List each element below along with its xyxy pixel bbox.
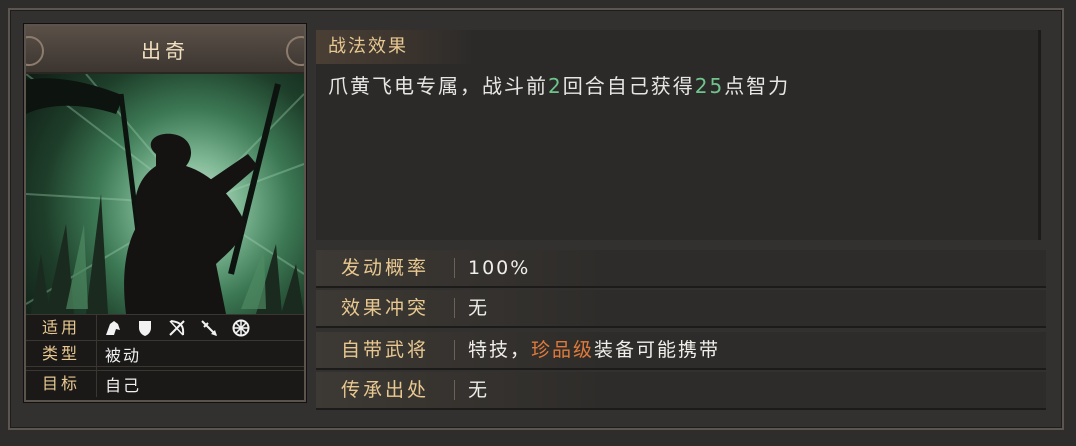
tactic-name: 出奇 bbox=[141, 38, 189, 63]
title-ornament-right bbox=[286, 36, 304, 66]
info-key: 类型 bbox=[26, 341, 97, 367]
title-ornament-left bbox=[26, 36, 44, 66]
prop-bundled-general: 自带武将 特技，珍品级装备可能携带 bbox=[316, 332, 1046, 370]
prop-value-part: 装备可能携带 bbox=[594, 339, 721, 361]
effect-text-part: 爪黄飞电专属，战斗前 bbox=[328, 74, 548, 98]
prop-key: 传承出处 bbox=[340, 379, 429, 401]
prop-effect-conflict: 效果冲突 无 bbox=[316, 290, 1046, 328]
shield-icon bbox=[139, 321, 151, 336]
prop-trigger-rate: 发动概率 100% bbox=[316, 250, 1046, 288]
prop-divider bbox=[454, 340, 455, 360]
prop-value: 无 bbox=[468, 379, 490, 401]
prop-value: 特技，珍品级装备可能携带 bbox=[468, 332, 720, 368]
effect-intelligence-value: 25 bbox=[694, 74, 725, 98]
info-key: 目标 bbox=[26, 371, 97, 397]
wheel-icon bbox=[232, 319, 250, 337]
effect-rounds-value: 2 bbox=[548, 74, 563, 98]
rarity-label: 珍品级 bbox=[531, 339, 595, 361]
card-title-bar: 出奇 bbox=[26, 26, 304, 74]
prop-value: 无 bbox=[468, 297, 490, 319]
info-row-applicable: 适用 bbox=[26, 314, 304, 341]
warrior-silhouette-art bbox=[26, 74, 304, 314]
prop-value: 100% bbox=[468, 257, 531, 279]
effect-text: 爪黄飞电专属，战斗前2回合自己获得25点智力 bbox=[328, 70, 790, 99]
effect-text-part: 点智力 bbox=[724, 74, 791, 98]
effect-text-part: 回合自己获得 bbox=[562, 74, 695, 98]
prop-value-part: 特技， bbox=[468, 339, 532, 361]
info-row-target-visible: 目标 自己 bbox=[26, 370, 304, 397]
info-value: 自己 bbox=[105, 376, 142, 395]
info-row-type: 类型 被动 bbox=[26, 340, 304, 367]
info-value: 被动 bbox=[105, 346, 142, 365]
archer-icon bbox=[169, 320, 185, 336]
effect-description-box: 战法效果 爪黄飞电专属，战斗前2回合自己获得25点智力 bbox=[316, 30, 1041, 240]
prop-inheritance-source: 传承出处 无 bbox=[316, 372, 1046, 410]
cavalry-icon bbox=[106, 321, 120, 335]
prop-key: 发动概率 bbox=[340, 257, 429, 279]
prop-divider bbox=[454, 258, 455, 278]
effect-title: 战法效果 bbox=[316, 30, 476, 64]
prop-divider bbox=[454, 380, 455, 400]
spear-icon bbox=[201, 320, 217, 336]
tactic-card: 出奇 适用 类型 被动 bbox=[24, 24, 306, 402]
tactic-artwork bbox=[26, 74, 304, 314]
prop-key: 效果冲突 bbox=[340, 297, 429, 319]
prop-key: 自带武将 bbox=[340, 339, 429, 361]
info-key: 适用 bbox=[26, 315, 97, 341]
prop-divider bbox=[454, 298, 455, 318]
troop-type-icons bbox=[97, 318, 251, 338]
